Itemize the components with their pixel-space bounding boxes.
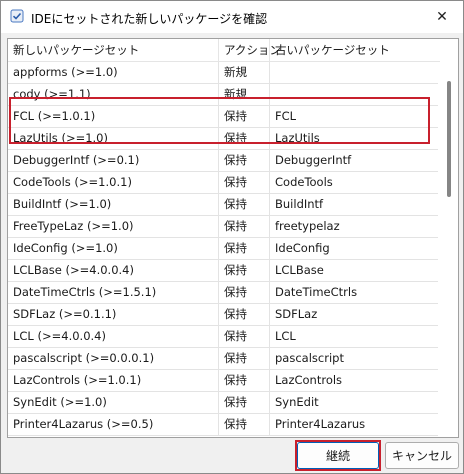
table-row[interactable]: appforms (>=1.0) 新規 bbox=[8, 62, 438, 84]
column-header-action[interactable]: アクション bbox=[219, 39, 281, 61]
row-new-set: LazUtils (>=1.0) bbox=[8, 128, 219, 149]
row-new-set: SDFLaz (>=0.1.1) bbox=[8, 304, 219, 325]
row-action: 保持 bbox=[219, 260, 270, 281]
row-new-set: BuildIntf (>=1.0) bbox=[8, 194, 219, 215]
row-action: 保持 bbox=[219, 370, 270, 391]
row-new-set: LCL (>=4.0.0.4) bbox=[8, 326, 219, 347]
table-row[interactable]: LCLBase (>=4.0.0.4) 保持 LCLBase bbox=[8, 260, 438, 282]
row-old-set: LazUtils bbox=[275, 131, 320, 145]
row-old-set bbox=[270, 62, 438, 83]
row-action: 保持 bbox=[219, 304, 270, 325]
row-old-set: SDFLaz bbox=[275, 307, 318, 321]
row-action: 保持 bbox=[219, 392, 270, 413]
row-action: 保持 bbox=[219, 348, 270, 369]
row-new-set: DebuggerIntf (>=0.1) bbox=[8, 150, 219, 171]
table-row[interactable]: pascalscript (>=0.0.0.1) 保持 pascalscript bbox=[8, 348, 438, 370]
row-old-set: freetypelaz bbox=[275, 219, 340, 233]
row-old-set bbox=[270, 84, 438, 105]
scrollbar-thumb[interactable] bbox=[447, 81, 451, 197]
row-old-set: IdeConfig bbox=[275, 241, 330, 255]
row-new-set: cody (>=1.1) bbox=[8, 84, 219, 105]
row-action: 保持 bbox=[219, 172, 270, 193]
row-old-set: FCL bbox=[275, 109, 297, 123]
table-row[interactable]: CodeTools (>=1.0.1) 保持 CodeTools bbox=[8, 172, 438, 194]
row-new-set: Printer4Lazarus (>=0.5) bbox=[8, 414, 219, 435]
table-row[interactable]: LCL (>=4.0.0.4) 保持 LCL bbox=[8, 326, 438, 348]
cancel-button[interactable]: キャンセル bbox=[385, 442, 459, 469]
row-old-set: DateTimeCtrls bbox=[275, 285, 358, 299]
table-row[interactable]: BuildIntf (>=1.0) 保持 BuildIntf bbox=[8, 194, 438, 216]
window-title: IDEにセットされた新しいパッケージを確認 bbox=[31, 12, 268, 26]
table-row[interactable]: DebuggerIntf (>=0.1) 保持 DebuggerIntf bbox=[8, 150, 438, 172]
close-button[interactable]: ✕ bbox=[427, 5, 457, 29]
row-action: 保持 bbox=[219, 216, 270, 237]
row-action: 保持 bbox=[219, 238, 270, 259]
table-row[interactable]: FreeTypeLaz (>=1.0) 保持 freetypelaz bbox=[8, 216, 438, 238]
row-action: 新規 bbox=[219, 62, 270, 83]
row-new-set: FCL (>=1.0.1) bbox=[8, 106, 219, 127]
row-action: 新規 bbox=[219, 84, 270, 105]
package-list[interactable]: 新しいパッケージセット アクション 古いパッケージセット appforms (>… bbox=[7, 38, 459, 438]
row-new-set: pascalscript (>=0.0.0.1) bbox=[8, 348, 219, 369]
row-old-set: SynEdit bbox=[275, 395, 319, 409]
row-action: 保持 bbox=[219, 282, 270, 303]
row-old-set: CodeTools bbox=[275, 175, 333, 189]
row-old-set: LCLBase bbox=[275, 263, 324, 277]
row-action: 保持 bbox=[219, 106, 270, 127]
row-new-set: DateTimeCtrls (>=1.5.1) bbox=[8, 282, 219, 303]
table-row[interactable]: IdeConfig (>=1.0) 保持 IdeConfig bbox=[8, 238, 438, 260]
confirm-package-dialog: IDEにセットされた新しいパッケージを確認 ✕ 新しいパッケージセット アクショ… bbox=[0, 0, 464, 474]
table-row[interactable]: FCL (>=1.0.1) 保持 FCL bbox=[8, 106, 438, 128]
close-icon: ✕ bbox=[436, 9, 448, 25]
row-action: 保持 bbox=[219, 128, 270, 149]
table-row[interactable]: SDFLaz (>=0.1.1) 保持 SDFLaz bbox=[8, 304, 438, 326]
row-new-set: CodeTools (>=1.0.1) bbox=[8, 172, 219, 193]
package-check-icon bbox=[10, 9, 24, 23]
row-old-set: DebuggerIntf bbox=[275, 153, 352, 167]
row-old-set: Printer4Lazarus bbox=[275, 417, 366, 431]
row-action: 保持 bbox=[219, 326, 270, 347]
row-new-set: IdeConfig (>=1.0) bbox=[8, 238, 219, 259]
row-old-set: LazControls bbox=[275, 373, 343, 387]
table-row[interactable]: SynEdit (>=1.0) 保持 SynEdit bbox=[8, 392, 438, 414]
column-header-new-set[interactable]: 新しいパッケージセット bbox=[8, 39, 219, 61]
list-header: 新しいパッケージセット アクション 古いパッケージセット bbox=[8, 39, 458, 62]
row-old-set: BuildIntf bbox=[275, 197, 324, 211]
continue-button[interactable]: 継続 bbox=[297, 442, 379, 469]
row-action: 保持 bbox=[219, 414, 270, 435]
row-new-set: FreeTypeLaz (>=1.0) bbox=[8, 216, 219, 237]
row-new-set: LazControls (>=1.0.1) bbox=[8, 370, 219, 391]
table-row[interactable]: cody (>=1.1) 新規 bbox=[8, 84, 438, 106]
vertical-scrollbar[interactable] bbox=[440, 39, 458, 437]
row-action: 保持 bbox=[219, 194, 270, 215]
table-row[interactable]: Printer4Lazarus (>=0.5) 保持 Printer4Lazarus bbox=[8, 414, 438, 436]
row-action: 保持 bbox=[219, 150, 270, 171]
row-old-set: pascalscript bbox=[275, 351, 344, 365]
column-header-old-set[interactable]: 古いパッケージセット bbox=[270, 39, 438, 61]
row-old-set: LCL bbox=[275, 329, 296, 343]
title-bar: IDEにセットされた新しいパッケージを確認 ✕ bbox=[1, 1, 463, 33]
table-row[interactable]: DateTimeCtrls (>=1.5.1) 保持 DateTimeCtrls bbox=[8, 282, 438, 304]
row-new-set: SynEdit (>=1.0) bbox=[8, 392, 219, 413]
table-row[interactable]: LazControls (>=1.0.1) 保持 LazControls bbox=[8, 370, 438, 392]
table-row[interactable]: LazUtils (>=1.0) 保持 LazUtils bbox=[8, 128, 438, 150]
row-new-set: LCLBase (>=4.0.0.4) bbox=[8, 260, 219, 281]
row-new-set: appforms (>=1.0) bbox=[8, 62, 219, 83]
